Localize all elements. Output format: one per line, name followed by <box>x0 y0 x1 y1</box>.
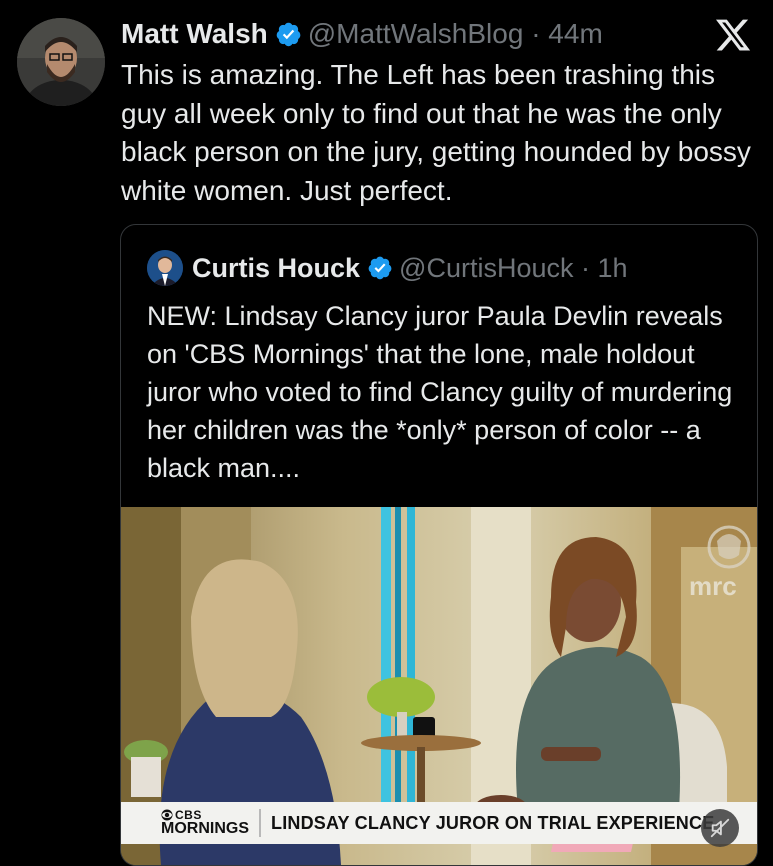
quoted-author-handle-time[interactable]: @CurtisHouck · 1h <box>399 253 627 284</box>
video-player[interactable]: mrc CBS MORNINGS LINDSAY CLANCY JUROR ON… <box>121 507 757 865</box>
author-name[interactable]: Matt Walsh <box>121 18 268 50</box>
cbs-mornings-logo: CBS MORNINGS <box>121 802 249 844</box>
author-handle-time[interactable]: @MattWalshBlog · 44m <box>308 18 603 50</box>
mornings-label: MORNINGS <box>161 820 249 837</box>
verified-badge-icon <box>368 256 392 280</box>
mrc-watermark-logo: mrc <box>689 525 751 601</box>
chyron-divider <box>259 809 261 837</box>
chyron-headline: LINDSAY CLANCY JUROR ON TRIAL EXPERIENCE <box>271 812 715 833</box>
tweet-text: This is amazing. The Left has been trash… <box>121 59 751 206</box>
quoted-tweet-card[interactable]: Curtis Houck @CurtisHouck · 1h NEW: Lind… <box>120 224 758 866</box>
x-logo-icon[interactable] <box>713 16 753 54</box>
quoted-tweet-header: Curtis Houck @CurtisHouck · 1h <box>147 249 628 287</box>
mute-button[interactable] <box>701 809 739 847</box>
author-avatar[interactable] <box>17 18 105 106</box>
verified-badge-icon <box>276 22 301 46</box>
tweet-header: Matt Walsh @MattWalshBlog · 44m <box>121 14 603 54</box>
news-chyron: CBS MORNINGS LINDSAY CLANCY JUROR ON TRI… <box>121 802 757 844</box>
mrc-watermark-text: mrc <box>689 571 737 601</box>
quoted-author-name[interactable]: Curtis Houck <box>192 253 360 284</box>
muted-speaker-icon <box>710 818 730 838</box>
quoted-tweet-text: NEW: Lindsay Clancy juror Paula Devlin r… <box>147 301 733 483</box>
quoted-author-avatar[interactable] <box>147 250 183 286</box>
